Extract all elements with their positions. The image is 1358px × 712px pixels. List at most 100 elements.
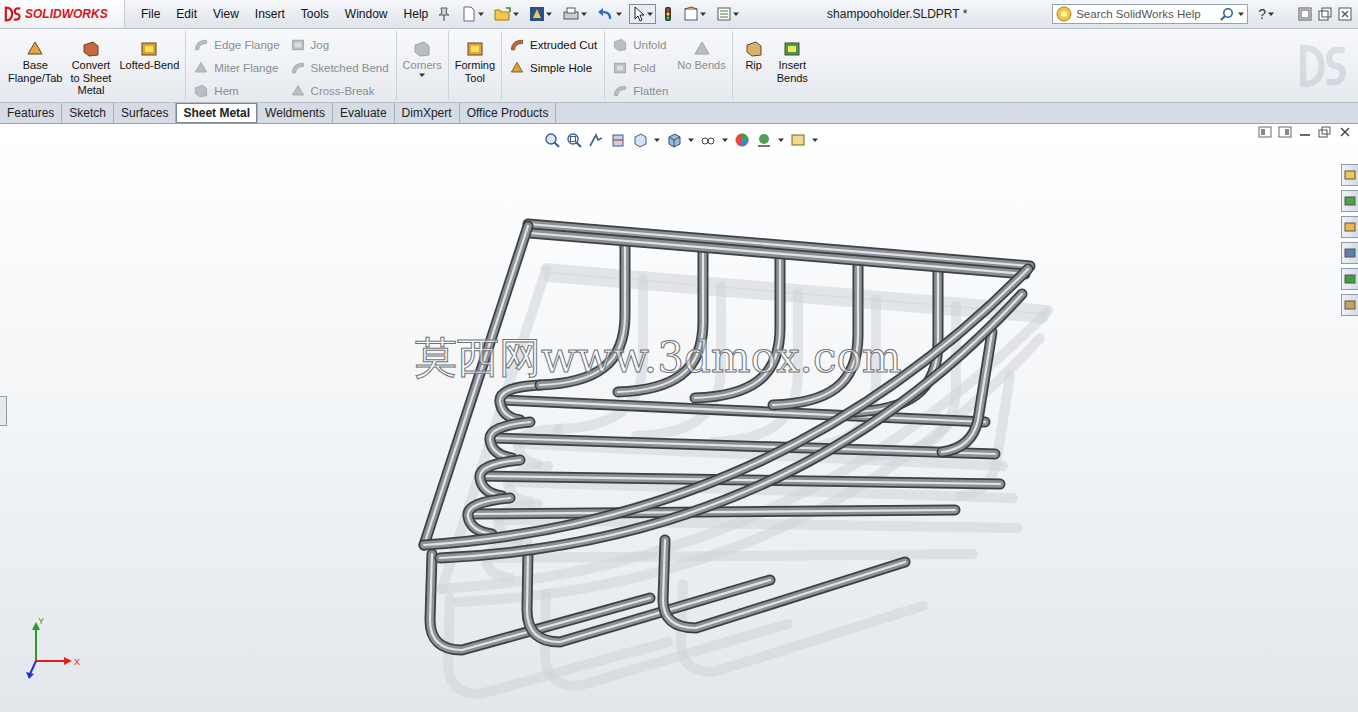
- rebuild-traffic-light-icon: [663, 6, 673, 22]
- toolbar-button[interactable]: [629, 4, 656, 24]
- file-properties-icon: [683, 6, 699, 22]
- command-manager: BaseFlange/TabConvertto SheetMetalLofted…: [0, 29, 1358, 103]
- zoom-to-fit-icon[interactable]: [544, 132, 560, 148]
- task-pane-icon: [1344, 169, 1356, 181]
- search-field[interactable]: Search SolidWorks Help: [1052, 4, 1248, 24]
- toolbar-button[interactable]: [594, 4, 625, 24]
- toolbar-button[interactable]: [526, 4, 555, 24]
- command-button[interactable]: Flatten: [608, 79, 672, 102]
- view-orientation-icon[interactable]: [632, 132, 648, 148]
- viewport-button-icon[interactable]: [1318, 126, 1332, 138]
- task-pane-icon: [1344, 221, 1356, 233]
- command-button[interactable]: Corners: [400, 31, 445, 80]
- viewport-controls: [1258, 126, 1352, 138]
- shampoo-holder-model[interactable]: [424, 224, 1030, 650]
- command-group: Corners: [397, 31, 449, 100]
- task-pane-tab[interactable]: [1341, 164, 1358, 186]
- zoom-area-icon[interactable]: [566, 132, 582, 148]
- command-button[interactable]: Hem: [189, 79, 283, 102]
- tube: [480, 460, 520, 496]
- command-column: Edge FlangeMiter FlangeHem: [189, 31, 283, 102]
- command-button[interactable]: Lofted-Bend: [116, 31, 182, 74]
- command-button[interactable]: Cross-Break: [286, 79, 393, 102]
- tube: [424, 226, 528, 545]
- pin-icon[interactable]: [436, 6, 452, 22]
- toolbar-button[interactable]: [491, 4, 522, 24]
- command-button[interactable]: Rip: [736, 31, 772, 74]
- task-pane-tab[interactable]: [1341, 190, 1358, 212]
- command-button[interactable]: Simple Hole: [505, 56, 601, 79]
- command-icon: [193, 37, 209, 53]
- scene-icon[interactable]: [756, 132, 772, 148]
- command-button[interactable]: Sketched Bend: [286, 56, 393, 79]
- solidworks-window: SOLIDWORKSFileEditViewInsertToolsWindowH…: [0, 0, 1358, 712]
- tube-shadow: [488, 554, 973, 558]
- command-button[interactable]: Convertto SheetMetal: [67, 31, 114, 99]
- previous-view-icon[interactable]: [588, 132, 604, 148]
- command-button[interactable]: InsertBends: [774, 31, 811, 86]
- command-group: FormingTool: [449, 31, 502, 100]
- command-tab[interactable]: DimXpert: [395, 103, 460, 123]
- display-style-icon[interactable]: [666, 132, 682, 148]
- heads-up-toolbar: [544, 132, 818, 148]
- command-button[interactable]: Miter Flange: [189, 56, 283, 79]
- command-button[interactable]: Jog: [286, 33, 393, 56]
- section-view-icon[interactable]: [610, 132, 626, 148]
- view-settings-icon[interactable]: [790, 132, 806, 148]
- menu-item[interactable]: View: [205, 4, 247, 24]
- hide-show-icon[interactable]: [700, 132, 716, 148]
- close-icon[interactable]: [1338, 7, 1352, 21]
- task-pane-tab[interactable]: [1341, 294, 1358, 316]
- command-tab[interactable]: Features: [0, 103, 62, 123]
- toolbar-button[interactable]: [458, 4, 487, 24]
- command-tab[interactable]: Sketch: [62, 103, 114, 123]
- svg-text:X: X: [74, 657, 80, 667]
- menu-item[interactable]: File: [133, 4, 168, 24]
- command-button[interactable]: FormingTool: [452, 31, 498, 86]
- command-button[interactable]: No Bends: [674, 31, 728, 74]
- toolbar-button[interactable]: [680, 4, 709, 24]
- command-tab[interactable]: Surfaces: [114, 103, 176, 123]
- command-button[interactable]: Extruded Cut: [505, 33, 601, 56]
- tube: [773, 255, 858, 405]
- task-pane-tab[interactable]: [1341, 216, 1358, 238]
- menu-item[interactable]: Window: [337, 4, 396, 24]
- toolbar-button[interactable]: [559, 4, 590, 24]
- task-pane-tab[interactable]: [1341, 242, 1358, 264]
- command-button[interactable]: Unfold: [608, 33, 672, 56]
- menu-item[interactable]: Edit: [168, 4, 205, 24]
- dropdown-arrow-icon: [1268, 11, 1274, 17]
- graphics-area[interactable]: 莫西网www.3dmox.comYX: [0, 124, 1358, 712]
- command-group: Extruded CutSimple Hole: [502, 31, 605, 100]
- menu-item[interactable]: Help: [396, 4, 437, 24]
- command-icon: [81, 39, 101, 59]
- viewport-button-icon[interactable]: [1278, 126, 1292, 138]
- command-tab[interactable]: Sheet Metal: [176, 103, 258, 123]
- command-tab[interactable]: Weldments: [258, 103, 333, 123]
- menu-item[interactable]: Insert: [247, 4, 293, 24]
- toolbar-button[interactable]: [713, 4, 742, 24]
- menu-item[interactable]: Tools: [293, 4, 337, 24]
- viewport-button-icon[interactable]: [1338, 126, 1352, 138]
- help-button[interactable]: ?: [1258, 6, 1274, 22]
- command-button[interactable]: BaseFlange/Tab: [5, 31, 65, 86]
- model-viewport[interactable]: [0, 124, 1358, 712]
- appearance-icon[interactable]: [734, 132, 750, 148]
- command-button[interactable]: Fold: [608, 56, 672, 79]
- restore-icon[interactable]: [1318, 7, 1332, 21]
- viewport-button-icon[interactable]: [1258, 126, 1272, 138]
- ds-logo-icon: [4, 5, 22, 23]
- command-tab[interactable]: Office Products: [460, 103, 557, 123]
- command-button[interactable]: Edge Flange: [189, 33, 283, 56]
- minimize-icon[interactable]: [1298, 7, 1312, 21]
- dropdown-arrow-icon: [812, 137, 818, 143]
- command-tab[interactable]: Evaluate: [333, 103, 395, 123]
- panel-collapse-handle[interactable]: [0, 396, 7, 426]
- task-pane-tab[interactable]: [1341, 268, 1358, 290]
- toolbar-button[interactable]: [660, 4, 676, 24]
- magnifier-icon[interactable]: [1220, 7, 1234, 21]
- logo[interactable]: SOLIDWORKS: [0, 0, 125, 28]
- command-column: UnfoldFoldFlatten: [608, 31, 672, 102]
- command-icon: [612, 37, 628, 53]
- viewport-button-icon[interactable]: [1298, 126, 1312, 138]
